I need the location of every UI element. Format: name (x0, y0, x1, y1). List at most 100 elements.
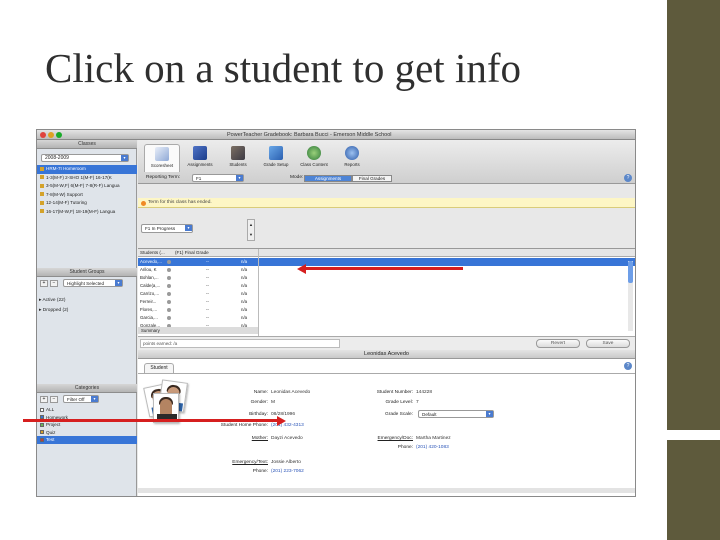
annotation-arrow-photo (23, 419, 278, 422)
remove-group-button[interactable]: − (50, 280, 58, 287)
students-icon (231, 146, 245, 160)
table-row[interactable]: Calde(a,... -- n/a (138, 282, 258, 290)
help-icon[interactable]: ? (624, 174, 632, 182)
comment-icon (167, 284, 171, 288)
chevron-down-icon: ▾ (121, 155, 128, 161)
score-inspector-field[interactable]: points earned: /a (140, 339, 340, 348)
toolbar-scoresheet-button[interactable]: Scoresheet (144, 144, 180, 172)
reports-icon (345, 146, 359, 160)
emergency-phone-label: Phone: (252, 469, 268, 474)
comment-icon (167, 268, 171, 272)
column-divider[interactable] (258, 249, 259, 339)
table-row[interactable]: Arilou, K -- n/a (138, 266, 258, 274)
name-label: Name: (253, 390, 268, 395)
comment-icon (167, 308, 171, 312)
save-button[interactable]: Save (586, 339, 630, 348)
students-column-header[interactable]: Students (... (140, 249, 165, 257)
tab-student[interactable]: Student (144, 363, 174, 373)
grid-scroll-thumb[interactable] (628, 261, 633, 283)
emergency-label[interactable]: Emergency/Text: (213, 460, 268, 465)
final-grade-column-header[interactable]: (F1) Final Grade (175, 249, 209, 257)
class-item[interactable]: 16-17(M-W,F) 18-19(M-F) Langua (37, 208, 137, 217)
classes-header: Classes (37, 140, 137, 149)
revert-button[interactable]: Revert (536, 339, 580, 348)
class-item[interactable]: 1-3(M-F) 2-SHO 1(M-F) 16-17(K (37, 174, 137, 183)
comment-bar: points earned: /a Revert Save (138, 336, 635, 350)
comment-icon (167, 316, 171, 320)
gender-label: Gender: (250, 400, 268, 405)
grid-scrollbar[interactable] (628, 261, 633, 331)
mode-final-grades-toggle[interactable]: Final Grades (352, 175, 392, 182)
birthday-label: Birthday: (249, 412, 268, 417)
category-item-all[interactable]: ALL (37, 406, 137, 414)
name-value: Leonidas Acevedo (271, 390, 311, 395)
scoresheet-icon (155, 147, 169, 161)
toolbar-reports-button[interactable]: Reports (334, 144, 370, 172)
chevron-down-icon: ▾ (236, 175, 243, 181)
year-select[interactable]: 2008-2009 ▾ (41, 154, 129, 162)
zoom-window-button[interactable] (56, 132, 62, 138)
toolbar-assignments-button[interactable]: Assignments (182, 144, 218, 172)
gender-value: M (271, 400, 275, 405)
panel-scrollbar[interactable] (138, 488, 635, 493)
class-list: HRM-7I Homeroom 1-3(M-F) 2-SHO 1(M-F) 16… (37, 165, 137, 216)
categories-header: Categories (37, 384, 137, 393)
grade-scale-select[interactable]: Default ▾ (418, 410, 494, 418)
toolbar-grade-setup-button[interactable]: Grade Setup (258, 144, 294, 172)
category-color-icon (40, 430, 44, 435)
comment-icon (167, 276, 171, 280)
close-window-button[interactable] (40, 132, 46, 138)
class-item[interactable]: 12-14(M-F) Tutoring (37, 199, 137, 208)
table-row[interactable]: Garcia,... -- n/a (138, 314, 258, 322)
highlight-select[interactable]: Highlight Selected ▾ (63, 279, 123, 287)
mother-label[interactable]: Mother: (223, 436, 268, 441)
category-filter-select[interactable]: Filter Off ▾ (63, 395, 99, 403)
toolbar-students-button[interactable]: Students (220, 144, 256, 172)
mode-label: Mode: (290, 175, 304, 180)
slide-side-bar (667, 0, 720, 540)
category-item-test[interactable]: Test (37, 436, 137, 444)
emergency-phone-value[interactable]: (201) 223-7062 (271, 469, 304, 474)
emergency-doc-label[interactable]: Emergency/Doc: (358, 436, 413, 441)
class-item[interactable]: HRM-7I Homeroom (37, 165, 137, 174)
table-row[interactable]: Bohlan,... -- n/a (138, 274, 258, 282)
grade-level-label: Grade Level: (385, 400, 413, 405)
add-category-button[interactable]: + (40, 396, 48, 403)
mode-assignments-toggle[interactable]: Assignments (304, 175, 352, 182)
student-number-label: Student Number: (376, 390, 413, 395)
group-item-dropped[interactable]: ▸ Dropped (2) (39, 308, 68, 313)
class-icon (40, 209, 44, 214)
phone2-value[interactable]: (201) 420-1083 (416, 445, 449, 450)
reporting-term-select[interactable]: F1 ▾ (192, 174, 244, 182)
class-item[interactable]: 7-8(M-W) Support (37, 191, 137, 200)
chevron-down-icon: ▾ (115, 280, 122, 286)
home-phone-value[interactable]: (201) 432-4313 (271, 423, 304, 428)
table-row[interactable]: Flores,... -- n/a (138, 306, 258, 314)
comment-icon (167, 300, 171, 304)
progress-select[interactable]: F1 In Progress ▾ (141, 224, 193, 233)
year-select-value: 2008-2009 (45, 155, 69, 161)
table-row[interactable]: Carrizo,... -- n/a (138, 290, 258, 298)
gradebook-window: PowerTeacher Gradebook: Barbara Bucci - … (36, 129, 636, 497)
grid-summary[interactable]: Summary (138, 327, 258, 334)
emergency-doc-value: Martha Martinez (416, 436, 451, 441)
student-number-value: 144228 (416, 390, 433, 395)
selected-student-name: Leonidas Acevedo (138, 350, 635, 359)
remove-category-button[interactable]: − (50, 396, 58, 403)
grade-setup-icon (269, 146, 283, 160)
toolbar-class-content-button[interactable]: Class Content (296, 144, 332, 172)
help-icon[interactable]: ? (624, 362, 632, 370)
table-row[interactable]: Acevedo,... -- n/a (138, 258, 635, 266)
class-icon (40, 192, 44, 197)
table-row[interactable]: Ferreir... -- n/a (138, 298, 258, 306)
scroll-stepper[interactable]: ▲ ▼ (247, 219, 255, 241)
phone2-label: Phone: (397, 445, 413, 450)
category-item-quiz[interactable]: Quiz (37, 429, 137, 437)
class-item[interactable]: 3-5(M-W,F) 6(M-F) 7-8(R-F) Langua (37, 182, 137, 191)
group-item-active[interactable]: ▸ Active (22) (39, 298, 65, 303)
add-group-button[interactable]: + (40, 280, 48, 287)
arrow-head-icon (277, 415, 286, 426)
minimize-window-button[interactable] (48, 132, 54, 138)
category-item-project[interactable]: Project (37, 421, 137, 429)
category-color-icon (40, 437, 44, 442)
